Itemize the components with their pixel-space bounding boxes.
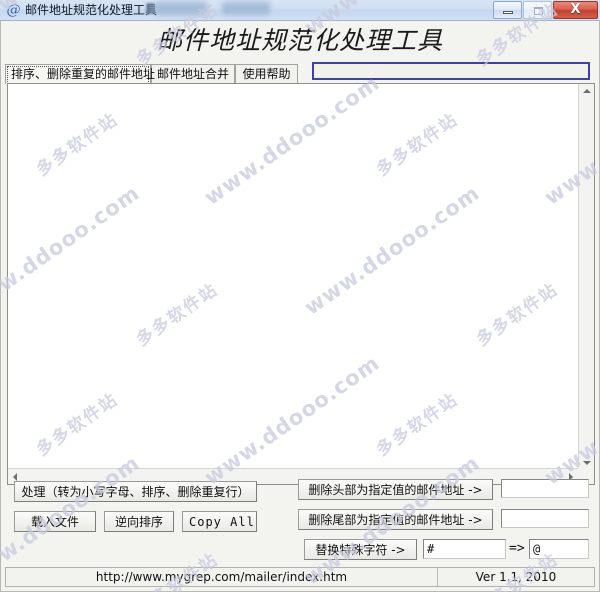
tab-label: 使用帮助 <box>242 67 291 81</box>
replace-from-input[interactable] <box>423 539 506 559</box>
address-text-area[interactable] <box>7 83 595 485</box>
tab-help[interactable]: 使用帮助 <box>235 64 298 84</box>
process-button[interactable]: 处理（转为小写字母、排序、删除重复行） <box>14 481 257 502</box>
page-title: 邮件地址规范化处理工具 <box>156 26 443 55</box>
replace-to-input[interactable] <box>529 539 589 559</box>
minimize-button[interactable] <box>493 1 522 19</box>
remove-tail-input[interactable] <box>501 509 589 528</box>
titlebar-redacted-icon <box>146 3 155 14</box>
window-body: 邮件地址规范化处理工具 排序、删除重复的邮件地址 邮件地址合并 使用帮助 处理（… <box>0 21 600 592</box>
title-bar: @ 邮件地址规范化处理工具 X <box>0 0 600 21</box>
tab-sort-dedupe[interactable]: 排序、删除重复的邮件地址 <box>5 64 155 84</box>
at-sign-icon: @ <box>6 2 21 18</box>
header-input[interactable] <box>312 62 590 80</box>
tab-merge-addresses[interactable]: 邮件地址合并 <box>151 64 235 84</box>
triangle-up-icon[interactable] <box>583 89 591 93</box>
load-file-button[interactable]: 载入文件 <box>14 511 96 532</box>
triangle-left-icon[interactable] <box>13 473 17 481</box>
status-bar: http://www.mygrep.com/mailer/index.htm V… <box>5 567 595 587</box>
maximize-button[interactable] <box>523 1 552 19</box>
titlebar-redacted-text-1 <box>155 2 207 15</box>
application-window: @ 邮件地址规范化处理工具 X 邮件地址规范化处理工具 排序、删除重复的邮件地址… <box>0 0 600 592</box>
window-controls: X <box>492 1 598 19</box>
window-title: 邮件地址规范化处理工具 <box>25 3 158 17</box>
vertical-scrollbar[interactable] <box>578 84 594 470</box>
status-version: Ver 1.1, 2010 <box>475 570 557 584</box>
titlebar-redacted-text-2 <box>222 2 270 15</box>
tab-label: 邮件地址合并 <box>157 67 230 81</box>
tab-label: 排序、删除重复的邮件地址 <box>11 67 156 81</box>
copy-all-button[interactable]: Copy All <box>182 511 257 532</box>
remove-tail-button[interactable]: 删除尾部为指定值的邮件地址 -> <box>298 509 493 530</box>
replace-arrow-label: => <box>509 541 525 556</box>
replace-special-button[interactable]: 替换特殊字符 -> <box>304 539 417 560</box>
remove-head-button[interactable]: 删除头部为指定值的邮件地址 -> <box>298 479 493 500</box>
address-text-canvas[interactable] <box>8 84 578 468</box>
triangle-down-icon[interactable] <box>583 461 591 465</box>
status-url[interactable]: http://www.mygrep.com/mailer/index.htm <box>6 568 438 586</box>
remove-head-input[interactable] <box>501 479 589 498</box>
reverse-sort-button[interactable]: 逆向排序 <box>104 511 174 532</box>
close-button[interactable]: X <box>553 1 598 19</box>
